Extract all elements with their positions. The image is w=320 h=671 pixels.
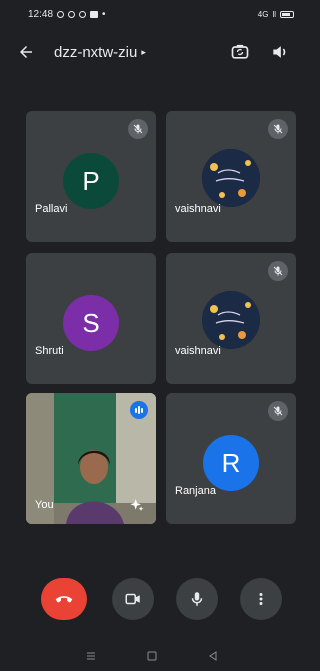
participant-name: You: [35, 499, 54, 511]
avatar: [202, 291, 260, 349]
mic-off-icon: [273, 124, 283, 134]
participant-tile-vaishnavi-1[interactable]: vaishnavi: [166, 111, 296, 242]
avatar-letter: P: [82, 165, 100, 196]
meeting-header: dzz-nxtw-ziu ▸: [0, 32, 304, 72]
camera-toggle-button[interactable]: [112, 578, 154, 620]
arrow-left-icon: [20, 46, 32, 58]
network-type: 4G: [257, 9, 269, 19]
chevron-right-icon: ▸: [141, 46, 146, 57]
more-options-button[interactable]: [240, 578, 282, 620]
avatar: R: [203, 435, 259, 491]
sparkle-icon: [130, 499, 144, 511]
back-button[interactable]: [12, 38, 40, 66]
speaker-icon: [273, 46, 286, 58]
menu-lines-icon: [86, 652, 95, 659]
mic-off-badge: [268, 119, 288, 139]
system-navigation-bar: [0, 640, 304, 671]
participant-tile-vaishnavi-2[interactable]: vaishnavi: [166, 253, 296, 384]
avatar-letter: S: [82, 307, 100, 338]
whatsapp-icon: [68, 10, 76, 18]
mic-off-icon: [273, 266, 283, 276]
switch-camera-icon: [231, 44, 249, 59]
avatar: [202, 149, 260, 207]
participant-name: Pallavi: [35, 203, 68, 215]
meeting-title-button[interactable]: dzz-nxtw-ziu ▸: [54, 44, 146, 61]
microphone-toggle-button[interactable]: [176, 578, 218, 620]
signal-icon: ll: [272, 9, 276, 19]
avatar: P: [63, 153, 119, 209]
call-controls: [0, 578, 304, 626]
participant-tile-you[interactable]: You: [26, 393, 156, 524]
participant-name: vaishnavi: [175, 203, 221, 215]
phone-hangup-icon: [55, 596, 73, 603]
mic-off-badge: [128, 119, 148, 139]
mic-off-icon: [273, 406, 283, 416]
battery-icon: [280, 10, 294, 18]
avatar: S: [63, 295, 119, 351]
switch-camera-button[interactable]: [228, 40, 252, 64]
participant-name: Shruti: [35, 345, 64, 357]
status-right: 4G ll: [258, 10, 294, 19]
status-left: 12:48 •: [28, 9, 106, 20]
more-vert-icon: [259, 593, 263, 605]
participant-tile-ranjana[interactable]: R Ranjana: [166, 393, 296, 524]
back-triangle-icon: [209, 650, 217, 661]
lamps-image-icon: [202, 149, 260, 207]
header-actions: [228, 40, 292, 64]
lamps-image-icon: [202, 291, 260, 349]
app-notification-icon: [90, 10, 99, 18]
participant-tile-shruti[interactable]: S Shruti: [26, 253, 156, 384]
meeting-code: dzz-nxtw-ziu: [54, 43, 138, 61]
home-button[interactable]: [143, 649, 161, 663]
status-time: 12:48: [28, 8, 54, 20]
mic-off-badge: [268, 401, 288, 421]
home-square-icon: [147, 651, 157, 660]
participant-name: Ranjana: [175, 485, 216, 497]
speaking-indicator: [130, 401, 148, 419]
recents-button[interactable]: [82, 649, 100, 663]
microphone-icon: [191, 592, 203, 606]
back-nav-button[interactable]: [204, 649, 222, 663]
effects-button[interactable]: [128, 496, 146, 514]
participant-tile-pallavi[interactable]: P Pallavi: [26, 111, 156, 242]
settings-icon: [79, 10, 87, 18]
video-camera-icon: [125, 593, 140, 605]
speaker-button[interactable]: [268, 40, 292, 64]
end-call-button[interactable]: [41, 578, 87, 620]
more-notifications-icon: •: [102, 8, 106, 20]
participant-name: vaishnavi: [175, 345, 221, 357]
notification-icon: [57, 10, 65, 18]
status-bar: 12:48 • 4G ll: [0, 0, 304, 28]
mic-off-badge: [268, 261, 288, 281]
avatar-letter: R: [221, 447, 241, 478]
mic-off-icon: [133, 124, 143, 134]
